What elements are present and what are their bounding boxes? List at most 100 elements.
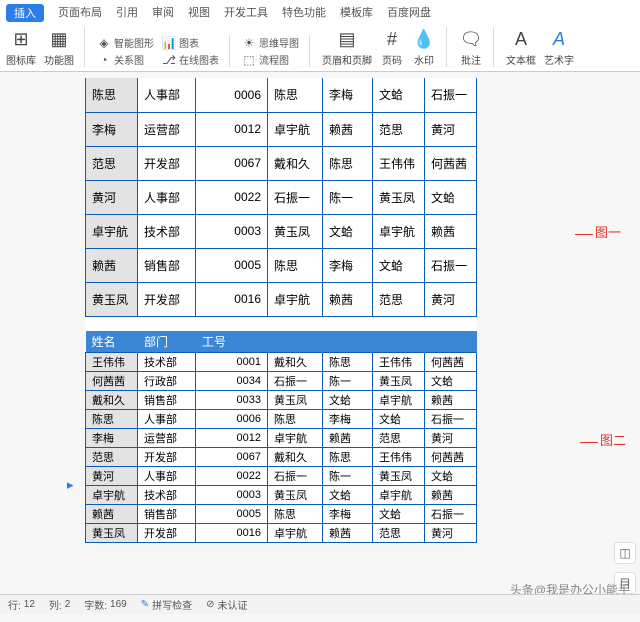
table-cell[interactable]: 0022: [196, 180, 268, 214]
tab[interactable]: 审阅: [152, 4, 174, 22]
table-cell[interactable]: 何茜茜: [425, 447, 477, 466]
auth-button[interactable]: ⊘未认证: [206, 597, 247, 612]
table-cell[interactable]: 卓宇航: [86, 214, 138, 248]
table-header[interactable]: [425, 331, 477, 353]
table-header[interactable]: [268, 331, 323, 353]
table-cell[interactable]: 0006: [196, 78, 268, 112]
pagenum-button[interactable]: #页码: [380, 27, 404, 67]
table-cell[interactable]: 人事部: [138, 409, 196, 428]
table-two[interactable]: 姓名部门工号王伟伟技术部0001戴和久陈思王伟伟何茜茜何茜茜行政部0034石振一…: [85, 331, 477, 543]
table-cell[interactable]: 0012: [196, 428, 268, 447]
table-cell[interactable]: 李梅: [323, 504, 373, 523]
table-cell[interactable]: 赖茜: [323, 428, 373, 447]
table-cell[interactable]: 开发部: [138, 447, 196, 466]
table-cell[interactable]: 文蛤: [425, 180, 477, 214]
table-cell[interactable]: 李梅: [86, 112, 138, 146]
table-cell[interactable]: 范思: [373, 428, 425, 447]
table-cell[interactable]: 技术部: [138, 214, 196, 248]
table-cell[interactable]: 石振一: [268, 371, 323, 390]
table-cell[interactable]: 卓宇航: [86, 485, 138, 504]
table-cell[interactable]: 黄玉凤: [373, 371, 425, 390]
table-cell[interactable]: 0067: [196, 146, 268, 180]
table-cell[interactable]: 何茜茜: [425, 352, 477, 371]
flowchart-button[interactable]: ⬚流程图: [242, 52, 299, 67]
table-cell[interactable]: 石振一: [425, 409, 477, 428]
table-cell[interactable]: 卓宇航: [268, 112, 323, 146]
mindmap-button[interactable]: ☀思维导图: [242, 35, 299, 50]
table-cell[interactable]: 0016: [196, 282, 268, 316]
tab[interactable]: 视图: [188, 4, 210, 22]
table-cell[interactable]: 范思: [86, 146, 138, 180]
tab[interactable]: 引用: [116, 4, 138, 22]
tab[interactable]: 百度网盘: [387, 4, 431, 22]
table-cell[interactable]: 卓宇航: [373, 390, 425, 409]
table-cell[interactable]: 赖茜: [323, 523, 373, 542]
table-cell[interactable]: 卓宇航: [268, 282, 323, 316]
table-cell[interactable]: 赖茜: [425, 390, 477, 409]
table-cell[interactable]: 黄玉凤: [268, 485, 323, 504]
spellcheck-button[interactable]: ✎拼写检查: [141, 597, 192, 612]
table-cell[interactable]: 黄玉凤: [86, 282, 138, 316]
table-cell[interactable]: 陈思: [268, 78, 323, 112]
table-cell[interactable]: 陈一: [323, 371, 373, 390]
table-cell[interactable]: 范思: [373, 112, 425, 146]
table-header[interactable]: 工号: [196, 331, 268, 353]
status-wordcount[interactable]: 字数: 169: [84, 597, 126, 612]
table-cell[interactable]: 卓宇航: [268, 428, 323, 447]
table-cell[interactable]: 技术部: [138, 352, 196, 371]
table-cell[interactable]: 戴和久: [268, 447, 323, 466]
table-cell[interactable]: 文蛤: [323, 485, 373, 504]
icons-lib-button[interactable]: ⊞图标库: [6, 27, 36, 67]
func-img-button[interactable]: ▦功能图: [44, 27, 74, 67]
table-cell[interactable]: 0034: [196, 371, 268, 390]
table-cell[interactable]: 黄河: [425, 428, 477, 447]
table-cell[interactable]: 0012: [196, 112, 268, 146]
table-cell[interactable]: 范思: [373, 523, 425, 542]
table-cell[interactable]: 销售部: [138, 248, 196, 282]
table-cell[interactable]: 王伟伟: [373, 352, 425, 371]
table-cell[interactable]: 0003: [196, 214, 268, 248]
table-cell[interactable]: 戴和久: [268, 146, 323, 180]
table-cell[interactable]: 戴和久: [86, 390, 138, 409]
table-cell[interactable]: 0003: [196, 485, 268, 504]
table-cell[interactable]: 赖茜: [323, 282, 373, 316]
table-cell[interactable]: 黄河: [425, 523, 477, 542]
table-cell[interactable]: 黄玉凤: [86, 523, 138, 542]
table-cell[interactable]: 李梅: [323, 409, 373, 428]
table-header[interactable]: [323, 331, 373, 353]
table-cell[interactable]: 陈一: [323, 466, 373, 485]
table-cell[interactable]: 李梅: [323, 248, 373, 282]
table-cell[interactable]: 文蛤: [373, 504, 425, 523]
smart-graphic-button[interactable]: ◈智能图形: [97, 35, 154, 50]
table-cell[interactable]: 赖茜: [425, 214, 477, 248]
table-cell[interactable]: 范思: [373, 282, 425, 316]
table-cell[interactable]: 运营部: [138, 428, 196, 447]
table-cell[interactable]: 开发部: [138, 282, 196, 316]
table-cell[interactable]: 开发部: [138, 146, 196, 180]
table-cell[interactable]: 黄河: [425, 282, 477, 316]
table-header[interactable]: [373, 331, 425, 353]
table-cell[interactable]: 陈思: [268, 504, 323, 523]
table-cell[interactable]: 文蛤: [373, 78, 425, 112]
table-cell[interactable]: 0067: [196, 447, 268, 466]
table-cell[interactable]: 赖茜: [425, 485, 477, 504]
table-cell[interactable]: 黄玉凤: [373, 180, 425, 214]
table-cell[interactable]: 文蛤: [425, 466, 477, 485]
table-cell[interactable]: 赖茜: [323, 112, 373, 146]
table-cell[interactable]: 王伟伟: [373, 447, 425, 466]
table-cell[interactable]: 何茜茜: [86, 371, 138, 390]
table-cell[interactable]: 陈思: [268, 248, 323, 282]
table-cell[interactable]: 赖茜: [86, 504, 138, 523]
table-cell[interactable]: 石振一: [268, 180, 323, 214]
table-cell[interactable]: 黄河: [86, 180, 138, 214]
table-cell[interactable]: 陈思: [268, 409, 323, 428]
table-cell[interactable]: 开发部: [138, 523, 196, 542]
table-cell[interactable]: 卓宇航: [373, 485, 425, 504]
table-cell[interactable]: 0001: [196, 352, 268, 371]
table-one[interactable]: 陈思人事部0006陈思李梅文蛤石振一李梅运营部0012卓宇航赖茜范思黄河范思开发…: [85, 78, 477, 317]
table-cell[interactable]: 黄玉凤: [268, 390, 323, 409]
comment-button[interactable]: 🗨批注: [459, 27, 483, 67]
table-cell[interactable]: 陈思: [323, 447, 373, 466]
table-cell[interactable]: 0005: [196, 504, 268, 523]
table-cell[interactable]: 范思: [86, 447, 138, 466]
